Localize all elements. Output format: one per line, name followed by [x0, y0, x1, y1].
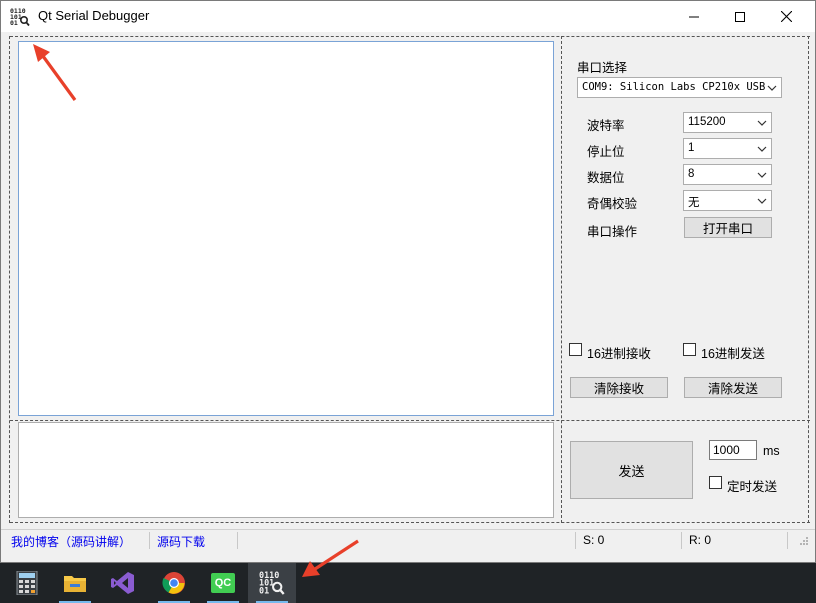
chrome-icon — [162, 572, 185, 594]
title-bar[interactable]: 0110 101 01 Qt Serial Debugger — [1, 1, 815, 32]
clear-send-button[interactable]: 清除发送 — [684, 377, 782, 398]
baud-rate-label: 波特率 — [587, 119, 625, 133]
stop-bits-value: 1 — [688, 142, 695, 154]
taskbar-chrome[interactable] — [150, 563, 198, 603]
taskbar: QC 0110 101 01 — [0, 563, 816, 603]
send-text-area[interactable] — [18, 422, 554, 518]
status-divider — [149, 532, 150, 549]
maximize-button[interactable] — [717, 1, 763, 32]
baud-rate-select[interactable]: 115200 — [683, 112, 772, 133]
receive-text-area[interactable] — [18, 41, 554, 416]
interval-input[interactable]: 1000 — [709, 440, 757, 460]
chevron-down-icon — [757, 146, 767, 152]
window-title: Qt Serial Debugger — [38, 8, 150, 23]
qt-creator-icon: QC — [211, 573, 235, 593]
clear-receive-button[interactable]: 清除接收 — [570, 377, 668, 398]
open-port-button[interactable]: 打开串口 — [684, 217, 772, 238]
taskbar-visual-studio[interactable] — [99, 563, 147, 603]
close-icon — [780, 11, 792, 22]
timed-send-label[interactable]: 定时发送 — [727, 476, 777, 495]
svg-text:01: 01 — [10, 19, 18, 27]
maximize-icon — [735, 11, 745, 22]
status-divider — [575, 532, 576, 549]
status-bar: 我的博客（源码讲解） 源码下载 S: 0 R: 0 — [1, 529, 815, 550]
send-button[interactable]: 发送 — [570, 441, 693, 499]
interval-unit-label: ms — [763, 444, 780, 458]
minimize-button[interactable] — [671, 1, 717, 32]
port-select[interactable]: COM9: Silicon Labs CP210x USB — [577, 77, 782, 98]
baud-rate-value: 115200 — [688, 116, 726, 128]
hex-receive-label[interactable]: 16进制接收 — [587, 343, 651, 362]
hex-receive-checkbox[interactable] — [569, 343, 582, 356]
status-divider — [681, 532, 682, 549]
taskbar-file-explorer[interactable] — [51, 563, 99, 603]
bottom-divider — [10, 522, 810, 523]
right-divider — [808, 36, 809, 523]
close-button[interactable] — [763, 1, 809, 32]
app-icon: 0110 101 01 — [10, 7, 30, 27]
sent-count: S: 0 — [583, 533, 605, 547]
stop-bits-select[interactable]: 1 — [683, 138, 772, 159]
parity-label: 奇偶校验 — [587, 197, 638, 211]
center-divider — [561, 36, 562, 523]
file-explorer-icon — [64, 576, 86, 592]
data-bits-label: 数据位 — [587, 171, 625, 185]
app-window: 0110 101 01 Qt Serial Debugger 串口选择 COM9… — [0, 0, 816, 563]
serial-debugger-icon: 0110 101 01 — [259, 570, 285, 595]
resize-grip-icon[interactable] — [799, 536, 809, 546]
chevron-down-icon — [757, 172, 767, 178]
chevron-down-icon — [767, 85, 777, 91]
blog-link[interactable]: 我的博客（源码讲解） — [11, 533, 131, 550]
hex-send-checkbox[interactable] — [683, 343, 696, 356]
calculator-icon — [16, 571, 38, 595]
taskbar-calculator[interactable] — [3, 563, 51, 603]
data-bits-value: 8 — [688, 168, 695, 180]
data-bits-select[interactable]: 8 — [683, 164, 772, 185]
parity-select[interactable]: 无 — [683, 190, 772, 211]
visual-studio-icon — [111, 572, 134, 594]
taskbar-qt-creator[interactable]: QC — [199, 563, 247, 603]
stop-bits-label: 停止位 — [587, 145, 625, 159]
middle-divider — [10, 420, 810, 421]
minimize-icon — [689, 16, 699, 17]
left-divider — [9, 36, 10, 523]
status-divider — [237, 532, 238, 549]
port-select-value: COM9: Silicon Labs CP210x USB — [582, 81, 766, 93]
port-select-label: 串口选择 — [577, 61, 628, 75]
annotation-arrow-icon — [33, 44, 77, 101]
status-divider — [787, 532, 788, 549]
timed-send-checkbox[interactable] — [709, 476, 722, 489]
chevron-down-icon — [757, 198, 767, 204]
received-count: R: 0 — [689, 533, 712, 547]
parity-value: 无 — [688, 197, 700, 209]
hex-send-label[interactable]: 16进制发送 — [701, 343, 765, 362]
source-download-link[interactable]: 源码下载 — [157, 533, 205, 550]
chevron-down-icon — [757, 120, 767, 126]
svg-text:01: 01 — [259, 585, 269, 595]
port-operation-label: 串口操作 — [587, 225, 638, 239]
annotation-arrow-icon — [302, 539, 359, 577]
taskbar-serial-debugger[interactable]: 0110 101 01 — [248, 563, 296, 603]
top-divider — [10, 36, 810, 37]
